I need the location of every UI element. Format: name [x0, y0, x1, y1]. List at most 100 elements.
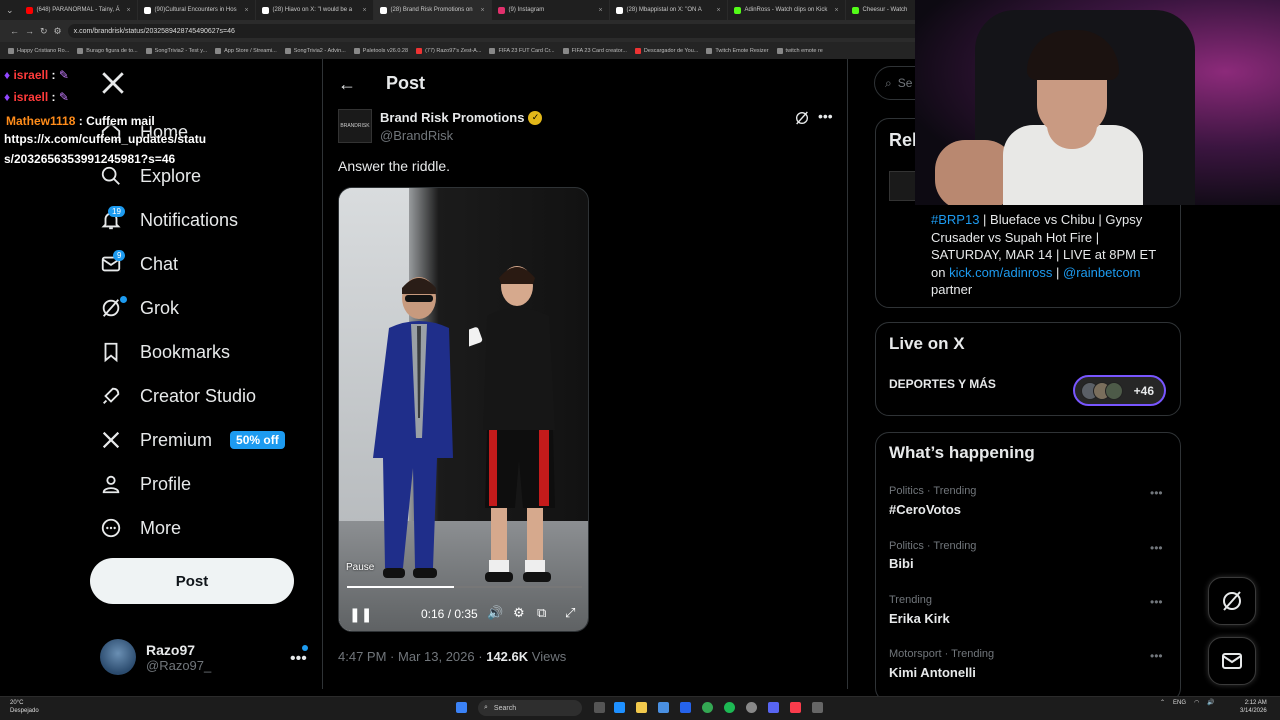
back-icon[interactable]: ← [10, 26, 19, 36]
post-more-icon[interactable]: ••• [818, 108, 833, 124]
bookmark-item[interactable]: Burago figura de to... [77, 47, 138, 54]
browser-tab[interactable]: (28) Hiavo on X: "I would be a × [256, 0, 374, 20]
browser-tab[interactable]: (28) Brand Risk Promotions on × [373, 0, 492, 20]
language-indicator[interactable]: ENG [1173, 700, 1186, 706]
trend-more-icon[interactable]: ••• [1150, 486, 1163, 500]
weather-widget[interactable]: 20°C Despejado [10, 699, 39, 715]
nav-creator-studio[interactable]: Creator Studio [100, 385, 256, 407]
app-icon[interactable] [812, 702, 823, 713]
bio-mention-link[interactable]: @rainbetcom [1063, 265, 1141, 280]
discord-icon[interactable] [768, 702, 779, 713]
close-tab-icon[interactable]: × [716, 7, 720, 14]
author-name[interactable]: Brand Risk Promotions ✓ [380, 110, 543, 125]
author-avatar[interactable]: BRANDRISK [338, 109, 372, 143]
bookmark-icon [145, 47, 152, 54]
wifi-icon[interactable]: ◠ [1194, 699, 1199, 706]
picture-in-picture-icon[interactable]: ⧉ [537, 605, 546, 621]
trend-name[interactable]: Kimi Antonelli [889, 665, 976, 680]
close-tab-icon[interactable]: × [126, 7, 130, 14]
x-logo-icon [379, 6, 387, 14]
account-more-icon[interactable]: ••• [290, 650, 307, 668]
close-tab-icon[interactable]: × [598, 7, 602, 14]
nav-grok[interactable]: Grok [100, 297, 179, 319]
nav-profile[interactable]: Profile [100, 473, 191, 495]
store-icon[interactable] [658, 702, 669, 713]
browser-tab[interactable]: AdinRoss - Watch clips on Kick × [728, 0, 846, 20]
grok-fab-button[interactable] [1208, 577, 1256, 625]
browser-tab[interactable]: (90)Cultural Encounters in Hos × [138, 0, 256, 20]
bookmark-item[interactable]: FIFA 23 Card creator... [562, 47, 627, 54]
spotify-icon[interactable] [724, 702, 735, 713]
bookmark-item[interactable]: Twitch Emote Resizer [706, 47, 769, 54]
trend-more-icon[interactable]: ••• [1150, 595, 1163, 609]
chrome-icon[interactable] [702, 702, 713, 713]
trend-name[interactable]: Erika Kirk [889, 611, 950, 626]
live-listeners-pill[interactable]: +46 [1073, 375, 1166, 406]
author-handle[interactable]: @BrandRisk [380, 128, 453, 143]
relevant-people-title: Rel [889, 130, 918, 150]
grok-unread-dot [120, 296, 127, 303]
trend-more-icon[interactable]: ••• [1150, 541, 1163, 555]
nav-more[interactable]: More [100, 517, 181, 539]
taskbar-clock[interactable]: 2:12 AM 3/14/2026 [1240, 699, 1267, 715]
nav-bookmarks[interactable]: Bookmarks [100, 341, 230, 363]
reload-icon[interactable]: ↻ [40, 26, 48, 37]
volume-icon[interactable]: 🔊 [487, 605, 503, 621]
browser-tab[interactable]: (648) PARANORMAL - Tainy, Á × [20, 0, 138, 20]
account-unread-dot [302, 645, 308, 651]
close-tab-icon[interactable]: × [244, 7, 248, 14]
post-button[interactable]: Post [90, 558, 294, 604]
bookmark-icon [77, 47, 84, 54]
fullscreen-icon[interactable]: ⤢ [565, 605, 575, 621]
task-view-icon[interactable] [594, 702, 605, 713]
post-date[interactable]: Mar 13, 2026 [398, 649, 475, 664]
back-arrow-icon[interactable]: ← [338, 74, 356, 95]
pause-icon[interactable]: ❚❚ [349, 606, 372, 623]
bookmark-item[interactable]: (77) Razo97's Zest-A... [416, 47, 481, 54]
nav-chat[interactable]: Chat [100, 253, 178, 275]
browser-tab[interactable]: (28) Mbappistal on X: "ON A × [610, 0, 728, 20]
x-logo-icon[interactable] [100, 70, 126, 101]
account-switcher[interactable]: Razo97 @Razo97_ [100, 639, 211, 675]
bookmark-item[interactable]: twitch emote re [776, 47, 823, 54]
author-name-text: Brand Risk Promotions [380, 110, 525, 125]
close-tab-icon[interactable]: × [362, 7, 366, 14]
bookmark-item[interactable]: SongTrivia2 - Advin... [284, 47, 346, 54]
site-info-icon[interactable]: ⚙ [54, 26, 62, 37]
browser-tab[interactable]: (9) Instagram × [492, 0, 610, 20]
live-space-title[interactable]: DEPORTES Y MÁS [889, 377, 996, 391]
bookmark-item[interactable]: App Store / Streami... [215, 47, 277, 54]
taskbar-search[interactable]: ⌕ Search [478, 700, 582, 716]
nav-premium[interactable]: Premium 50% off [100, 429, 285, 451]
edge-icon[interactable] [614, 702, 625, 713]
bio-hashtag-link[interactable]: #BRP13 [931, 212, 979, 227]
bookmark-item[interactable]: FIFA 23 FUT Card Cr... [489, 47, 555, 54]
file-explorer-icon[interactable] [636, 702, 647, 713]
bookmark-item[interactable]: Paletools v26.0.28 [353, 47, 408, 54]
trend-more-icon[interactable]: ••• [1150, 649, 1163, 663]
meta-separator: · [478, 649, 483, 664]
bookmark-item[interactable]: SongTrivia2 - Test y... [145, 47, 207, 54]
trend-name[interactable]: #CeroVotos [889, 502, 961, 517]
settings-gear-icon[interactable]: ⚙ [513, 605, 525, 621]
tray-chevron-icon[interactable]: ⌃ [1160, 699, 1165, 706]
post-time[interactable]: 4:47 PM [338, 649, 386, 664]
obs-icon[interactable] [746, 702, 757, 713]
post-metadata: 4:47 PM · Mar 13, 2026 · 142.6K Views [338, 649, 566, 664]
mail-icon[interactable] [680, 702, 691, 713]
forward-icon[interactable]: → [25, 26, 34, 36]
music-app-icon[interactable] [790, 702, 801, 713]
close-tab-icon[interactable]: × [834, 7, 838, 14]
nav-explore[interactable]: Explore [100, 165, 201, 187]
bookmark-item[interactable]: Descargador de You... [634, 47, 698, 54]
grok-explain-icon[interactable] [794, 110, 810, 129]
messages-fab-button[interactable] [1208, 637, 1256, 685]
video-player[interactable]: Pause ❚❚ 0:16 / 0:35 🔊 ⚙ ⧉ ⤢ [338, 187, 589, 632]
bookmark-item[interactable]: Happy Cristiano Ro... [8, 47, 69, 54]
bio-kick-link[interactable]: kick.com/adinross [949, 265, 1052, 280]
tab-list-icon[interactable]: ⌄ [0, 5, 20, 16]
windows-start-icon[interactable] [456, 702, 467, 713]
close-tab-icon[interactable]: × [480, 7, 484, 14]
trend-name[interactable]: Bibi [889, 556, 914, 571]
volume-icon[interactable]: 🔊 [1207, 699, 1214, 706]
